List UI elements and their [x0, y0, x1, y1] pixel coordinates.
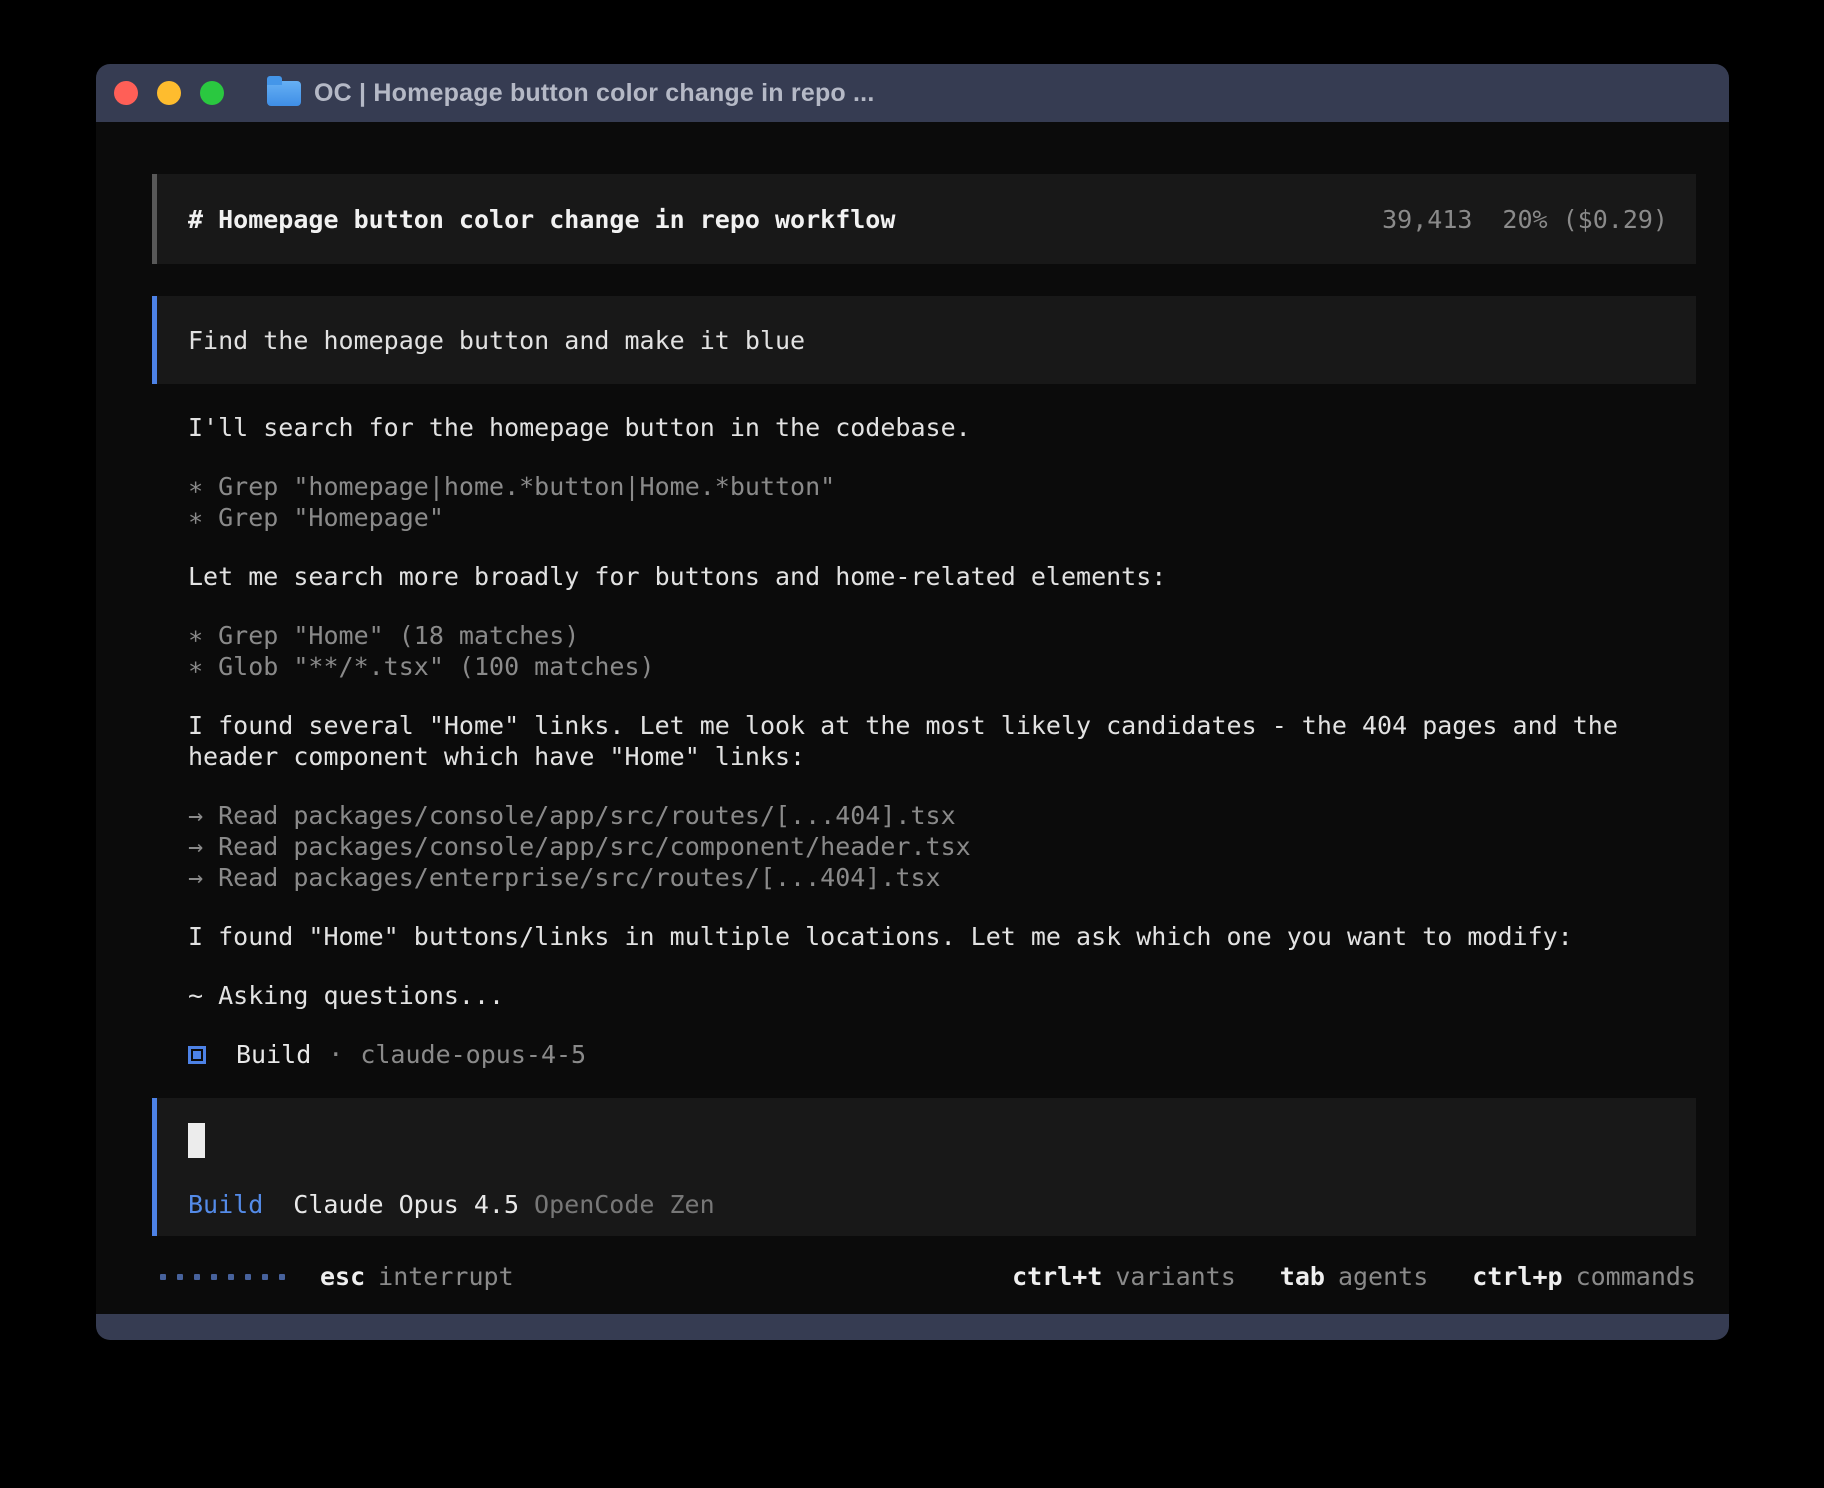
context-cost: 20% ($0.29) [1502, 205, 1668, 234]
assistant-paragraph: I found several "Home" links. Let me loo… [188, 710, 1668, 772]
hint-agents: tab agents [1280, 1262, 1428, 1291]
agent-model: claude-opus-4-5 [360, 1039, 586, 1070]
model-info-line: Build Claude Opus 4.5 OpenCode Zen [188, 1190, 1665, 1219]
session-title: # Homepage button color change in repo w… [188, 205, 895, 234]
app-window: OC | Homepage button color change in rep… [96, 64, 1729, 1340]
agent-status-line: Build · claude-opus-4-5 [188, 1039, 1696, 1070]
separator-dot: · [328, 1039, 343, 1070]
tool-call-group: ∗ Grep "homepage|home.*button|Home.*butt… [188, 471, 1696, 533]
hint-commands: ctrl+p commands [1472, 1262, 1696, 1291]
tool-call-read: → Read packages/console/app/src/routes/[… [188, 800, 1696, 831]
terminal-content[interactable]: # Homepage button color change in repo w… [96, 122, 1729, 1314]
session-stats: 39,413 20% ($0.29) [1382, 205, 1668, 234]
status-bar: esc interrupt ctrl+t variants tab agents… [152, 1262, 1696, 1291]
token-count: 39,413 [1382, 205, 1472, 234]
user-message-text: Find the homepage button and make it blu… [188, 326, 805, 355]
tool-call-grep: ∗ Grep "Home" (18 matches) [188, 620, 1696, 651]
hint-label: commands [1576, 1262, 1696, 1291]
agent-icon [188, 1046, 206, 1064]
tool-call-group: ∗ Grep "Home" (18 matches) ∗ Glob "**/*.… [188, 620, 1696, 682]
hint-label: agents [1338, 1262, 1428, 1291]
tool-call-read: → Read packages/console/app/src/componen… [188, 831, 1696, 862]
esc-key-hint: esc [320, 1262, 365, 1291]
window-title: OC | Homepage button color change in rep… [314, 79, 874, 108]
title-bar: OC | Homepage button color change in rep… [96, 64, 1729, 122]
tool-call-read: → Read packages/enterprise/src/routes/[.… [188, 862, 1696, 893]
prompt-input[interactable]: Build Claude Opus 4.5 OpenCode Zen [152, 1098, 1696, 1236]
zoom-button[interactable] [200, 81, 224, 105]
folder-icon[interactable] [267, 81, 301, 106]
close-button[interactable] [114, 81, 138, 105]
user-message: Find the homepage button and make it blu… [152, 296, 1696, 384]
esc-key-label: interrupt [378, 1262, 513, 1291]
assistant-paragraph: I found "Home" buttons/links in multiple… [188, 921, 1696, 952]
minimize-button[interactable] [157, 81, 181, 105]
agent-name: Build [236, 1039, 311, 1070]
assistant-paragraph: Let me search more broadly for buttons a… [188, 561, 1696, 592]
hint-label: variants [1115, 1262, 1235, 1291]
tool-call-grep: ∗ Grep "homepage|home.*button|Home.*butt… [188, 471, 1696, 502]
status-right: ctrl+t variants tab agents ctrl+p comman… [968, 1262, 1696, 1291]
tool-call-glob: ∗ Glob "**/*.tsx" (100 matches) [188, 651, 1696, 682]
spinner-dots-icon [160, 1274, 296, 1280]
hint-key: tab [1280, 1262, 1325, 1291]
input-agent-label: Build [188, 1190, 263, 1219]
tool-call-group: → Read packages/console/app/src/routes/[… [188, 800, 1696, 893]
hint-key: ctrl+t [1012, 1262, 1102, 1291]
working-status: ~ Asking questions... [188, 980, 1696, 1011]
input-provider-label: OpenCode Zen [534, 1190, 715, 1219]
status-left: esc interrupt [152, 1262, 514, 1291]
hint-key: ctrl+p [1472, 1262, 1562, 1291]
hint-variants: ctrl+t variants [1012, 1262, 1236, 1291]
session-header: # Homepage button color change in repo w… [152, 174, 1696, 264]
tool-call-grep: ∗ Grep "Homepage" [188, 502, 1696, 533]
text-cursor [188, 1123, 205, 1158]
assistant-paragraph: I'll search for the homepage button in t… [188, 412, 1696, 443]
input-model-label: Claude Opus 4.5 [293, 1190, 519, 1219]
